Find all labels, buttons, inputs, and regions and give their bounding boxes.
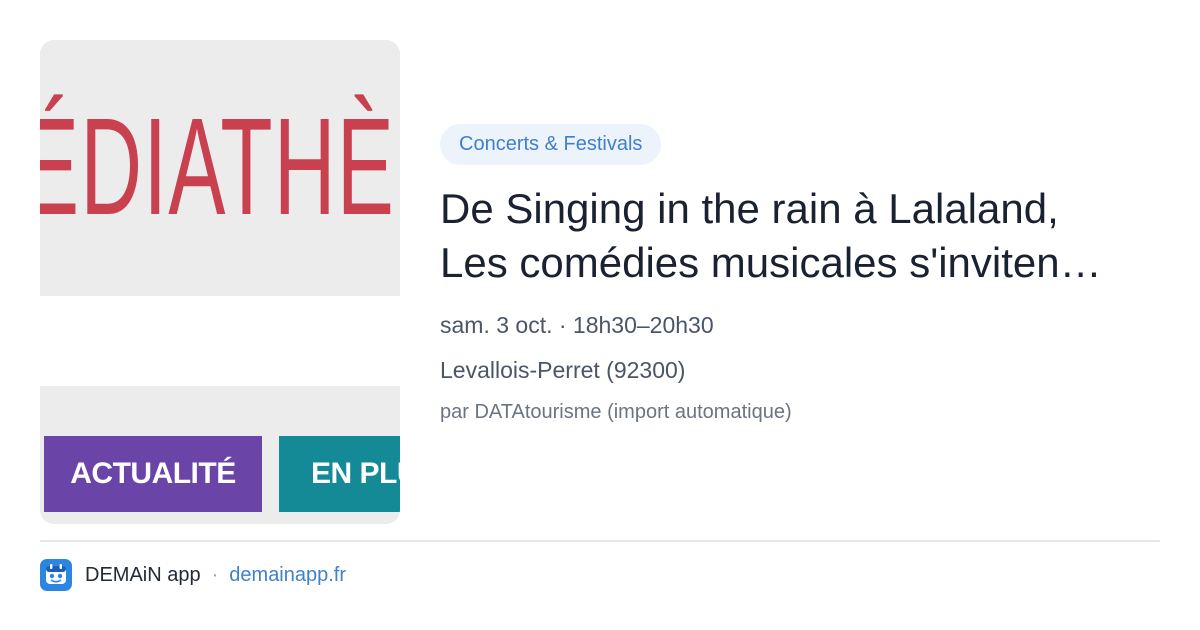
event-preview-card[interactable]: ÉDIATHÈ ACTUALITÉ EN PLU Concerts & Fest…: [0, 0, 1200, 630]
event-date: sam. 3 oct. · 18h30–20h30: [440, 312, 714, 338]
thumbnail-sign: ÉDIATHÈ: [40, 40, 400, 296]
thumbnail-nav-actualite: ACTUALITÉ: [44, 436, 262, 512]
footer-divider: [40, 540, 1160, 542]
footer: DEMAiN app · demainapp.fr: [40, 558, 346, 592]
event-source: par DATAtourisme (import automatique): [440, 401, 792, 423]
event-thumbnail: ÉDIATHÈ ACTUALITÉ EN PLU: [40, 40, 400, 524]
thumbnail-sign-text: ÉDIATHÈ: [40, 90, 396, 244]
category-tag[interactable]: Concerts & Festivals: [440, 124, 662, 165]
event-title[interactable]: De Singing in the rain à Lalaland, Les c…: [440, 182, 1140, 290]
thumbnail-gap: [40, 296, 400, 386]
footer-separator: ·: [211, 563, 219, 586]
event-title-line-1: De Singing in the rain à Lalaland,: [440, 185, 1059, 232]
domain-link[interactable]: demainapp.fr: [229, 564, 346, 587]
event-title-line-2: Les comédies musicales s'inviten…: [440, 239, 1102, 286]
event-location: Levallois-Perret (92300): [440, 357, 686, 383]
thumbnail-nav-en-plus: EN PLU: [279, 436, 400, 512]
app-name: DEMAiN app: [85, 563, 201, 586]
demain-app-icon: [40, 559, 72, 591]
